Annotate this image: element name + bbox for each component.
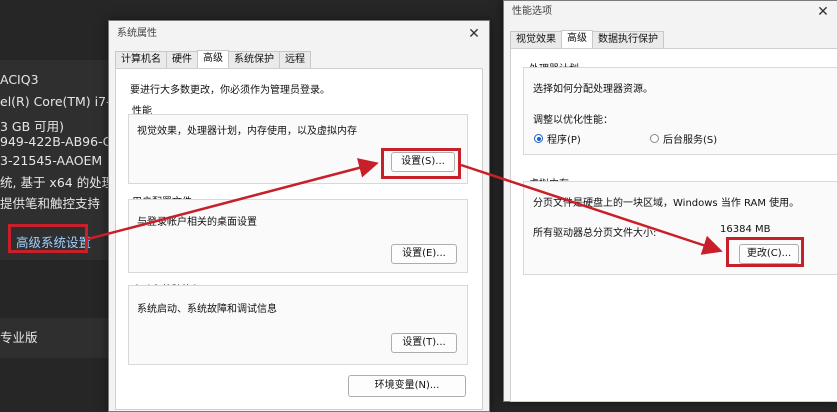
annotation-arrows <box>87 158 723 255</box>
arrow-to-performance-settings <box>87 158 379 241</box>
arrow-to-change-button <box>460 163 723 255</box>
